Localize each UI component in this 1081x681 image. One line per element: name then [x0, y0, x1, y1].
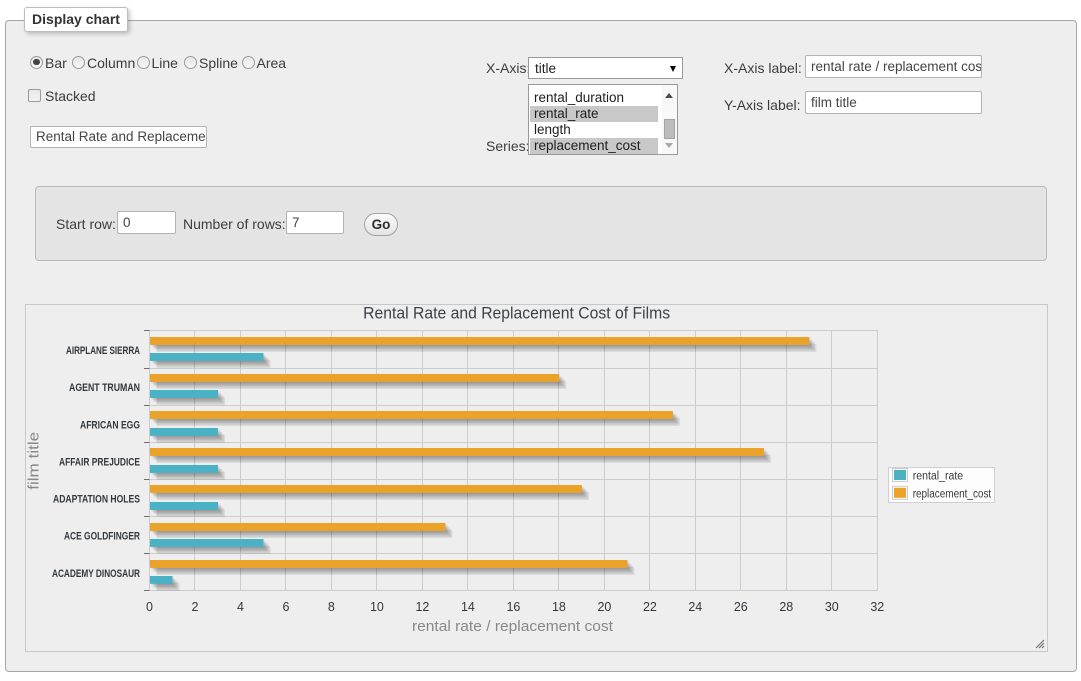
svg-text:ACADEMY DINOSAUR: ACADEMY DINOSAUR [52, 568, 140, 580]
svg-text:rental_rate: rental_rate [913, 471, 964, 483]
svg-text:ADAPTATION HOLES: ADAPTATION HOLES [53, 494, 140, 506]
svg-text:18: 18 [552, 600, 566, 614]
svg-text:AFRICAN EGG: AFRICAN EGG [80, 419, 140, 431]
svg-text:14: 14 [461, 600, 475, 614]
svg-text:30: 30 [825, 600, 839, 614]
svg-text:2: 2 [192, 600, 199, 614]
svg-text:6: 6 [283, 600, 290, 614]
svg-text:Rental Rate and Replacement Co: Rental Rate and Replacement Cost of Film… [363, 305, 670, 323]
svg-text:10: 10 [370, 600, 384, 614]
svg-text:24: 24 [688, 600, 702, 614]
svg-text:8: 8 [328, 600, 335, 614]
svg-text:20: 20 [597, 600, 611, 614]
svg-text:32: 32 [870, 600, 884, 614]
svg-text:4: 4 [237, 600, 244, 614]
svg-text:AIRPLANE SIERRA: AIRPLANE SIERRA [66, 345, 140, 357]
svg-text:12: 12 [415, 600, 429, 614]
svg-text:AGENT TRUMAN: AGENT TRUMAN [69, 382, 140, 394]
svg-text:AFFAIR PREJUDICE: AFFAIR PREJUDICE [59, 457, 140, 469]
svg-text:replacement_cost: replacement_cost [913, 488, 992, 500]
svg-text:ACE GOLDFINGER: ACE GOLDFINGER [64, 531, 140, 543]
svg-text:26: 26 [734, 600, 748, 614]
svg-text:film title: film title [26, 432, 43, 490]
svg-text:rental rate / replacement cost: rental rate / replacement cost [412, 618, 614, 635]
svg-text:0: 0 [146, 600, 153, 614]
svg-text:28: 28 [779, 600, 793, 614]
svg-text:16: 16 [506, 600, 520, 614]
svg-text:22: 22 [643, 600, 657, 614]
